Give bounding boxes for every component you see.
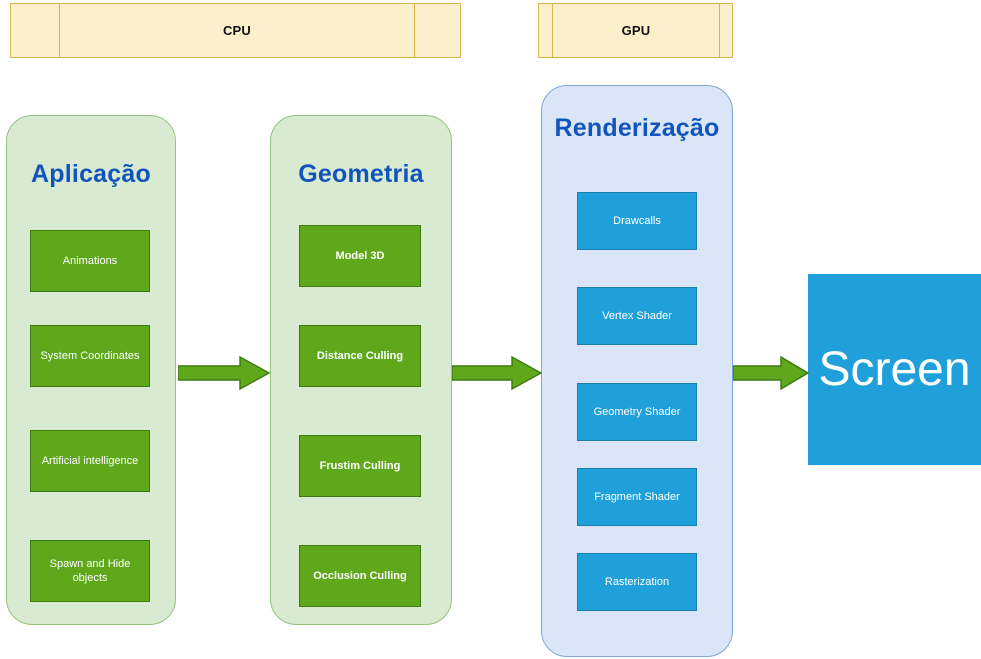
screen-output-box: Screen xyxy=(808,274,981,465)
item-frustim-culling: Frustim Culling xyxy=(299,435,421,497)
cpu-band-right-cell xyxy=(414,4,460,57)
item-rasterization: Rasterization xyxy=(577,553,697,611)
item-system-coordinates: System Coordinates xyxy=(30,325,150,387)
stage-rendering-title: Renderização xyxy=(554,114,720,142)
cpu-band-main-cell: CPU xyxy=(59,4,414,57)
item-distance-culling: Distance Culling xyxy=(299,325,421,387)
item-spawn-and-hide-objects: Spawn and Hide objects xyxy=(30,540,150,602)
cpu-band-left-cell xyxy=(11,4,59,57)
arrow-application-to-geometry-icon xyxy=(178,356,270,390)
cpu-label: CPU xyxy=(222,23,252,38)
gpu-band-left-cell xyxy=(539,4,552,57)
item-animations: Animations xyxy=(30,230,150,292)
gpu-band-main-cell: GPU xyxy=(552,4,719,57)
gpu-header-band: GPU xyxy=(538,3,733,58)
item-artificial-intelligence: Artificial intelligence xyxy=(30,430,150,492)
arrow-rendering-to-screen-icon xyxy=(733,356,809,390)
arrow-geometry-to-rendering-icon xyxy=(452,356,542,390)
stage-geometry-title: Geometria xyxy=(298,160,424,188)
item-drawcalls: Drawcalls xyxy=(577,192,697,250)
screen-label: Screen xyxy=(818,342,971,396)
item-geometry-shader: Geometry Shader xyxy=(577,383,697,441)
stage-application-title: Aplicação xyxy=(31,160,151,188)
gpu-label: GPU xyxy=(621,23,651,38)
item-model-3d: Model 3D xyxy=(299,225,421,287)
item-vertex-shader: Vertex Shader xyxy=(577,287,697,345)
gpu-band-right-cell xyxy=(719,4,732,57)
cpu-header-band: CPU xyxy=(10,3,461,58)
item-occlusion-culling: Occlusion Culling xyxy=(299,545,421,607)
item-fragment-shader: Fragment Shader xyxy=(577,468,697,526)
